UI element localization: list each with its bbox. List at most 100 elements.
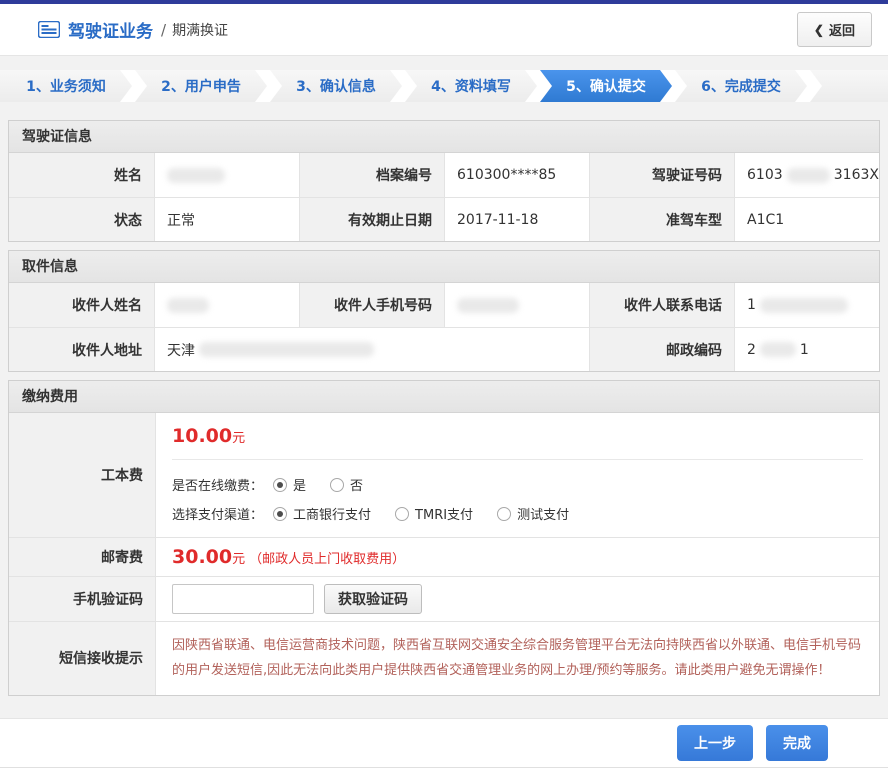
step-bar-filler xyxy=(810,70,888,102)
license-section-title: 驾驶证信息 xyxy=(9,121,879,153)
zip-prefix: 2 xyxy=(747,342,756,358)
radio-tmri-label: TMRI支付 xyxy=(415,504,473,523)
radio-icbc-label: 工商银行支付 xyxy=(293,504,371,523)
step-4-label: 4、资料填写 xyxy=(431,76,511,96)
back-button[interactable]: ❮ 返回 xyxy=(797,12,872,47)
get-captcha-button[interactable]: 获取验证码 xyxy=(324,584,422,614)
mail-fee-note: （邮政人员上门收取费用） xyxy=(249,548,405,567)
step-3-confirm-info: 3、确认信息 xyxy=(270,70,402,102)
name-label: 姓名 xyxy=(9,153,154,197)
fees-section-title: 缴纳费用 xyxy=(9,381,879,413)
step-4-fill-data: 4、资料填写 xyxy=(405,70,537,102)
zip-suffix: 1 xyxy=(800,342,809,358)
license-no-label: 驾驶证号码 xyxy=(589,153,734,197)
sms-notice-cell: 因陕西省联通、电信运营商技术问题，陕西省互联网交通安全综合服务管理平台无法向持陕… xyxy=(155,621,879,695)
step-1-label: 1、业务须知 xyxy=(26,76,106,96)
online-pay-label: 是否在线缴费： xyxy=(172,475,263,494)
step-6-complete-submit: 6、完成提交 xyxy=(675,70,807,102)
fees-table: 工本费 10.00元 是否在线缴费： 是 否 xyxy=(9,413,879,695)
breadcrumb-current: 期满换证 xyxy=(172,20,228,40)
vehicle-type-value: A1C1 xyxy=(734,197,879,241)
radio-yes-icon[interactable] xyxy=(273,478,287,492)
sms-notice-label: 短信接收提示 xyxy=(9,621,155,695)
redacted-zip xyxy=(760,342,796,357)
back-chevron-icon: ❮ xyxy=(814,23,824,37)
license-no-value: 6103 3163X xyxy=(734,153,879,197)
license-info-table: 姓名 档案编号 610300****85 驾驶证号码 6103 3163X 状态… xyxy=(9,153,879,241)
radio-option-yes[interactable]: 是 xyxy=(273,475,306,494)
redacted-name xyxy=(167,168,225,183)
license-no-prefix: 6103 xyxy=(747,167,783,183)
redacted-recipient-name xyxy=(167,298,209,313)
step-5-confirm-submit-active: 5、确认提交 xyxy=(540,70,672,102)
mail-fee-label: 邮寄费 xyxy=(9,537,155,576)
captcha-cell: 获取验证码 xyxy=(155,576,879,621)
recipient-phone-value: 1 xyxy=(734,283,879,327)
production-fee-amount: 10.00 xyxy=(172,425,232,447)
radio-option-test[interactable]: 测试支付 xyxy=(497,504,569,523)
recipient-phone-label: 收件人联系电话 xyxy=(589,283,734,327)
breadcrumb-divider: / xyxy=(161,21,166,39)
status-value: 正常 xyxy=(154,197,299,241)
step-5-label: 5、确认提交 xyxy=(566,76,646,96)
license-card-icon xyxy=(38,21,60,38)
file-no-value: 610300****85 xyxy=(444,153,589,197)
step-2-user-declaration: 2、用户申告 xyxy=(135,70,267,102)
captcha-input[interactable] xyxy=(172,584,314,614)
fee-divider xyxy=(172,459,863,460)
step-3-label: 3、确认信息 xyxy=(296,76,376,96)
zip-code-value: 2 1 xyxy=(734,327,879,371)
radio-test-label: 测试支付 xyxy=(517,504,569,523)
radio-option-icbc[interactable]: 工商银行支付 xyxy=(273,504,371,523)
step-2-label: 2、用户申告 xyxy=(161,76,241,96)
redacted-address xyxy=(199,342,374,357)
page-title: 驾驶证业务 xyxy=(68,17,153,42)
pickup-info-section: 取件信息 收件人姓名 收件人手机号码 收件人联系电话 1 收件人地址 天津 邮政… xyxy=(8,250,880,372)
step-wizard: 1、业务须知 2、用户申告 3、确认信息 4、资料填写 5、确认提交 6、完成提… xyxy=(0,70,888,102)
production-fee-cell: 10.00元 是否在线缴费： 是 否 选择支付渠道： xyxy=(155,413,879,537)
radio-yes-label: 是 xyxy=(293,475,306,494)
recipient-mobile-label: 收件人手机号码 xyxy=(299,283,444,327)
production-fee-currency: 元 xyxy=(232,431,245,446)
pickup-info-table: 收件人姓名 收件人手机号码 收件人联系电话 1 收件人地址 天津 邮政编码 2 … xyxy=(9,283,879,371)
radio-no-icon[interactable] xyxy=(330,478,344,492)
expiry-value: 2017-11-18 xyxy=(444,197,589,241)
pay-channel-label: 选择支付渠道： xyxy=(172,504,263,523)
radio-no-label: 否 xyxy=(350,475,363,494)
page-header: 驾驶证业务 / 期满换证 ❮ 返回 xyxy=(0,4,888,56)
recipient-address-label: 收件人地址 xyxy=(9,327,154,371)
license-no-suffix: 3163X xyxy=(834,167,879,183)
previous-step-button[interactable]: 上一步 xyxy=(677,725,753,761)
recipient-address-value: 天津 xyxy=(154,327,589,371)
radio-option-tmri[interactable]: TMRI支付 xyxy=(395,504,473,523)
mail-fee-currency: 元 xyxy=(232,548,245,567)
vehicle-type-label: 准驾车型 xyxy=(589,197,734,241)
finish-button[interactable]: 完成 xyxy=(766,725,828,761)
file-no-label: 档案编号 xyxy=(299,153,444,197)
pickup-section-title: 取件信息 xyxy=(9,251,879,283)
radio-test-icon[interactable] xyxy=(497,507,511,521)
phone-prefix: 1 xyxy=(747,297,756,313)
step-6-label: 6、完成提交 xyxy=(701,76,781,96)
mail-fee-amount: 30.00 xyxy=(172,546,232,568)
redacted-mobile xyxy=(457,298,519,313)
zip-code-label: 邮政编码 xyxy=(589,327,734,371)
redacted-phone xyxy=(760,298,848,313)
license-info-section: 驾驶证信息 姓名 档案编号 610300****85 驾驶证号码 6103 31… xyxy=(8,120,880,242)
status-label: 状态 xyxy=(9,197,154,241)
fees-section: 缴纳费用 工本费 10.00元 是否在线缴费： 是 否 xyxy=(8,380,880,696)
captcha-label: 手机验证码 xyxy=(9,576,155,621)
radio-option-no[interactable]: 否 xyxy=(330,475,363,494)
online-pay-row: 是否在线缴费： 是 否 xyxy=(172,470,863,499)
pay-channel-row: 选择支付渠道： 工商银行支付 TMRI支付 测试支付 xyxy=(172,499,863,537)
production-fee-label: 工本费 xyxy=(9,413,155,537)
step-1-business-notes: 1、业务须知 xyxy=(0,70,132,102)
sms-notice-text: 因陕西省联通、电信运营商技术问题，陕西省互联网交通安全综合服务管理平台无法向持陕… xyxy=(172,622,869,695)
radio-icbc-icon[interactable] xyxy=(273,507,287,521)
back-button-label: 返回 xyxy=(829,20,855,39)
footer-action-bar: 上一步 完成 xyxy=(0,718,888,768)
address-prefix: 天津 xyxy=(167,340,195,360)
recipient-name-label: 收件人姓名 xyxy=(9,283,154,327)
radio-tmri-icon[interactable] xyxy=(395,507,409,521)
expiry-label: 有效期止日期 xyxy=(299,197,444,241)
